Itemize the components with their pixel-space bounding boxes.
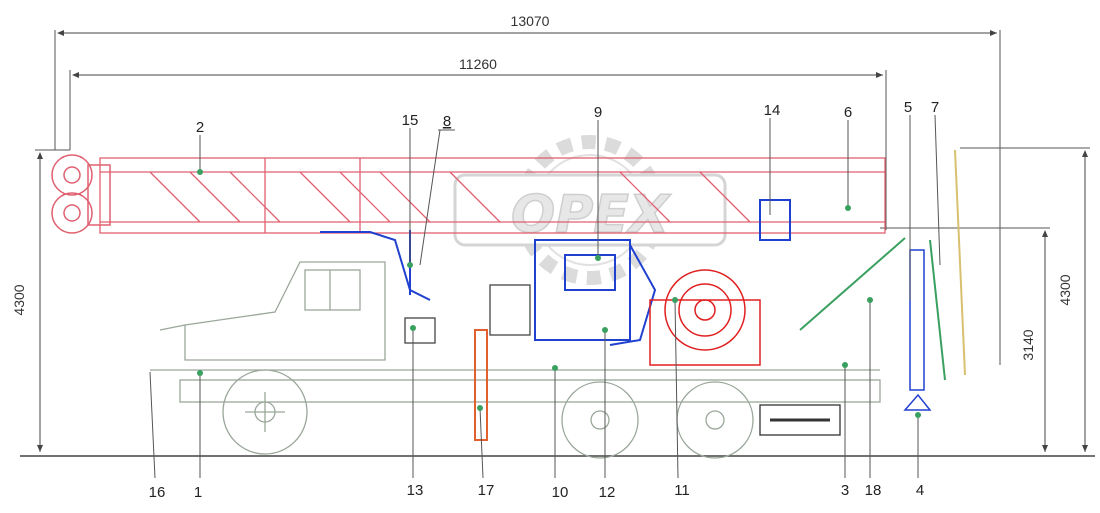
watermark-logo: OPEX bbox=[453, 135, 727, 285]
overall-length-label: 13070 bbox=[511, 13, 550, 29]
right-height-label: 4300 bbox=[1057, 274, 1073, 305]
leader-lines bbox=[149, 114, 941, 479]
callout-1: 1 bbox=[194, 484, 202, 501]
left-height-label: 4300 bbox=[11, 284, 27, 315]
callout-14: 14 bbox=[764, 102, 781, 119]
callout-9: 9 bbox=[594, 104, 602, 121]
callout-15: 15 bbox=[402, 112, 419, 129]
callout-12: 12 bbox=[599, 484, 616, 501]
support-jack bbox=[903, 249, 932, 411]
drilling-rig-side-view: OPEX 13070 11260 4300 4300 3140 1 2 3 4 … bbox=[11, 13, 1095, 501]
mid-height-label: 3140 bbox=[1020, 329, 1036, 360]
callout-2: 2 bbox=[196, 119, 204, 136]
crown-block bbox=[51, 154, 111, 234]
watermark-text: OPEX bbox=[511, 185, 672, 245]
callout-16: 16 bbox=[149, 484, 166, 501]
callout-17: 17 bbox=[478, 482, 495, 499]
technical-drawing: OPEX 13070 11260 4300 4300 3140 1 2 3 4 … bbox=[0, 0, 1100, 513]
callout-4: 4 bbox=[916, 482, 924, 499]
callout-8: 8 bbox=[443, 113, 451, 130]
cabinet bbox=[489, 284, 531, 336]
callout-7: 7 bbox=[931, 99, 939, 116]
callout-13: 13 bbox=[407, 482, 424, 499]
callout-18: 18 bbox=[865, 482, 882, 499]
control-box bbox=[404, 317, 436, 344]
dimension-left-height bbox=[35, 149, 70, 452]
callout-3: 3 bbox=[841, 482, 849, 499]
callout-10: 10 bbox=[552, 484, 569, 501]
span-length-label: 11260 bbox=[459, 56, 497, 72]
winch-drum bbox=[649, 269, 761, 366]
truck-chassis bbox=[150, 261, 881, 459]
callout-11: 11 bbox=[674, 482, 690, 499]
callout-5: 5 bbox=[904, 99, 912, 116]
callout-6: 6 bbox=[844, 104, 852, 121]
rear-outrigger bbox=[799, 149, 966, 381]
